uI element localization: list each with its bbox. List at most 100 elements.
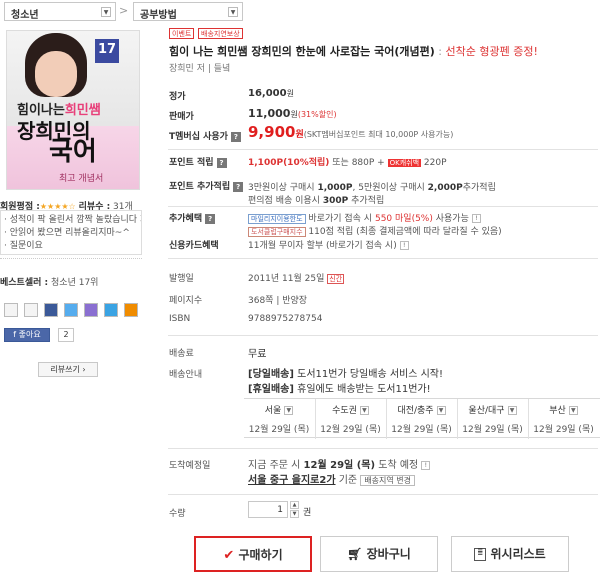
wishlist-button[interactable]: ≡ ≡ 위시리스트 [451,536,569,572]
sale-price-label: 판매가 [169,112,194,122]
chevron-down-icon: ▼ [359,406,369,415]
breadcrumb-separator: > [119,4,129,17]
subcategory-label: 공부방법 [140,10,177,21]
chevron-down-icon: ▼ [568,406,578,415]
info-icon: ! [399,241,409,250]
chevron-down-icon: ▼ [507,406,517,415]
chevron-down-icon: ▼ [228,7,238,17]
change-region-button[interactable]: 배송지역 변경 [360,475,416,486]
event-badge: 이벤트 [169,28,195,39]
me2day-icon[interactable] [104,303,118,317]
shipping-guide-2: [휴일배송] 휴일에도 배송받는 도서11번가! [248,384,431,395]
points-value: 1,100P(10%적립) 또는 880P + OK캐쉬백 220P [248,158,447,168]
city-seoul[interactable]: 서울 ▼ 12월 29일 (목) [244,399,314,439]
city-ulsan[interactable]: 울산/대구 ▼ 12월 29일 (목) [457,399,527,439]
buy-button[interactable]: ✔ 구매하기 [194,536,312,572]
facebook-icon: f [13,330,17,339]
quantity-label: 수량 [169,509,186,519]
email-icon[interactable] [24,303,38,317]
quantity-up-button[interactable]: ▲ [290,501,299,509]
help-icon: ? [216,157,227,168]
pages-value: 368쪽 | 반양장 [248,296,308,306]
arrival-label: 도착예정일 [169,461,211,471]
pubdate-label: 발행일 [169,274,194,284]
cart-button[interactable]: 🛒︎ 장바구니 [320,536,438,572]
extra-points-label: 포인트 추가적립? [169,179,244,192]
facebook-icon[interactable] [44,303,58,317]
cart-icon: 🛒︎ [347,547,363,561]
shipping-guide-1: [당일배송] 도서11번가 당일배송 서비스 시작! [248,369,444,380]
extra-points-line2: 편의점 배송 이용시 300P 추가적립 [248,196,385,206]
city-metro[interactable]: 수도권 ▼ 12월 29일 (목) [315,399,385,439]
shipping-fee-label: 배송료 [169,349,194,359]
chevron-down-icon: ▼ [101,7,111,17]
subcategory-select[interactable]: 공부방법 ▼ [133,2,243,21]
arrival-address: 서울 중구 을지로2가 기준 배송지역 변경 [248,471,416,486]
author-publisher: 장희민 저 | 들녘 [169,64,231,74]
help-icon: ? [230,131,241,142]
shipping-guide-label: 배송안내 [169,370,203,380]
list-price: 16,000원 [248,88,294,99]
yozm-icon[interactable] [124,303,138,317]
list-icon: ≡ ≡ [474,547,487,561]
cover-line4: 최고 개념서 [59,174,104,184]
bestseller-row: 베스트셀러 : 청소년 17위 [0,278,99,288]
culture-badge: 도서클럽구매지수 [248,227,306,237]
card-benefits[interactable]: 11개월 무이자 할부 (바로가기 접속 시)! [248,238,409,251]
check-icon: ✔ [223,548,235,563]
review-item[interactable]: · 안읽어 봤으면 리뷰올리지마~^ [4,227,141,240]
delivery-table: 서울 ▼ 12월 29일 (목) 수도권 ▼ 12월 29일 (목) 대전/충주 ▼ 12월… [244,398,600,439]
delivery-badge: 배송지연보상 [198,28,243,39]
category-label: 청소년 [11,10,39,21]
quantity-down-button[interactable]: ▼ [290,510,299,518]
benefits-label: 추가혜택? [169,211,216,224]
twitter-icon[interactable] [64,303,78,317]
chevron-down-icon: ▼ [436,406,446,415]
card-benefits-label: 신용카드혜택 [169,241,219,251]
product-title: 힘이 나는 희민쌤 장희민의 한눈에 사로잡는 국어(개념편) : 선착순 형광… [169,45,538,58]
divider [168,258,598,259]
info-icon: ! [421,460,431,470]
book-cover[interactable]: 17 힘이나는희민쌤 장희민의 국어 최고 개념서 [6,30,140,190]
mileage-line: 마일리지이용한도 바로가기 접속 시 550 마일(5%) 사용가능! [248,211,481,224]
isbn-value: 9788975278754 [248,314,323,324]
like-button[interactable]: f 좋아요 [4,328,50,342]
divider [168,448,598,449]
pubdate-value: 2011년 11월 25일 신간 [248,274,345,284]
chevron-down-icon: ▼ [284,406,294,415]
quantity-unit: 권 [303,508,312,518]
help-icon: ? [205,213,216,224]
city-daejeon[interactable]: 대전/충주 ▼ 12월 29일 (목) [386,399,456,439]
list-price-label: 정가 [169,92,186,102]
city-busan[interactable]: 부산 ▼ 12월 29일 (목) [528,399,598,439]
extra-points-line1: 3만원이상 구매시 1,000P, 5만원이상 구매시 2,000P추가적립 [248,183,496,193]
okcashbag-badge: OK캐쉬백 [387,159,422,167]
help-icon: ? [233,181,244,192]
shipping-fee: 무료 [248,349,267,360]
mileage-badge: 마일리지이용한도 [248,214,306,224]
new-badge: 신간 [327,274,345,284]
cover-volume: 17 [95,39,119,63]
pages-label: 페이지수 [169,296,203,306]
info-icon: ! [471,214,481,223]
share-icon[interactable] [84,303,98,317]
tmembership-label: T멤버십 사용가? [169,129,241,142]
divider [168,206,598,207]
arrival-line: 지금 주문 시 12월 29일 (목) 도착 예정! [248,456,431,471]
sale-price: 11,000원(31%할인) [248,107,337,120]
cover-photo-face [35,51,77,97]
divider [0,258,142,259]
isbn-label: ISBN [169,314,191,324]
write-review-button[interactable]: 리뷰쓰기 › [38,362,98,377]
tmembership-price: 9,900원(SKT멤버십포인트 최대 10,000P 사용가능) [248,123,454,141]
print-icon[interactable] [4,303,18,317]
category-select[interactable]: 청소년 ▼ [4,2,116,21]
divider [168,335,598,336]
review-item[interactable]: · 질문이요 [4,240,141,253]
divider [168,494,598,495]
culture-line: 도서클럽구매지수 110점 적립 (최종 결제금액에 따라 달라질 수 있음) [248,224,502,237]
promo-text: 선착순 형광펜 증정! [445,45,538,58]
review-item[interactable]: · 성적이 팍 올린서 깜짝 놀랐습니다 희 [4,214,141,227]
divider [168,149,598,150]
quantity-input[interactable]: 1 [248,501,288,518]
